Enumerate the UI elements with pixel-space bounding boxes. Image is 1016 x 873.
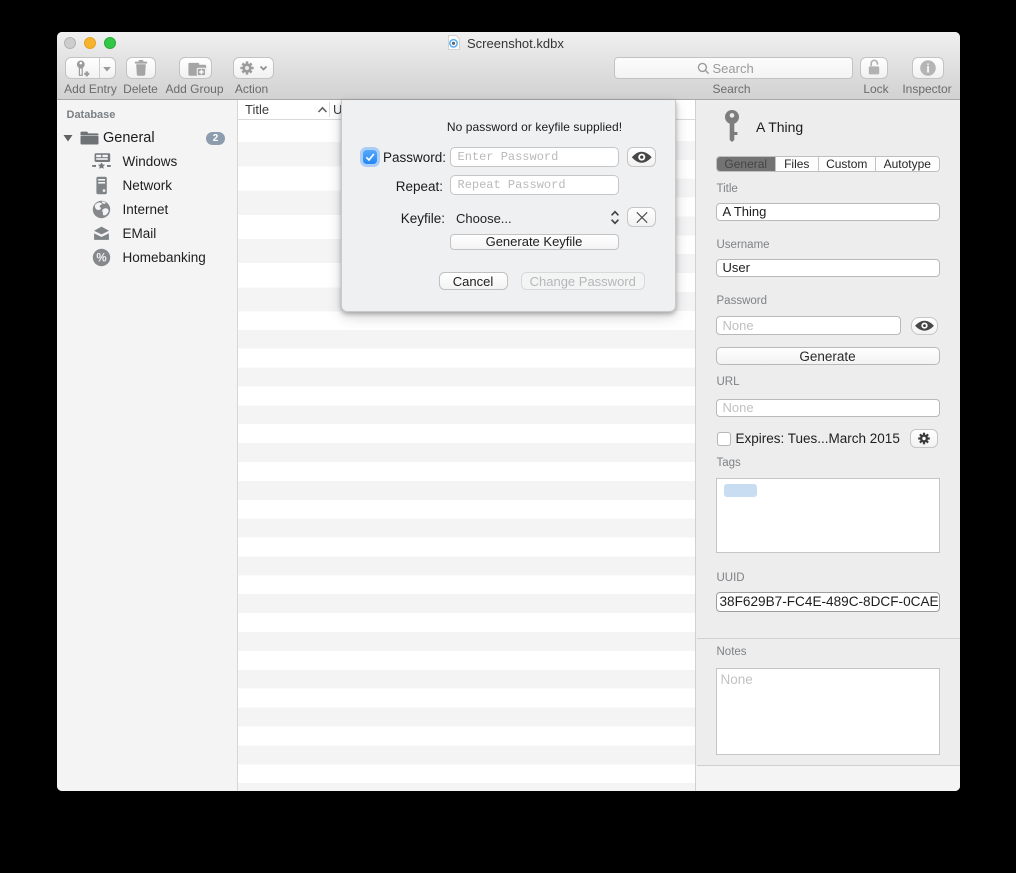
svg-text:i: i — [926, 61, 929, 75]
svg-text:%: % — [96, 253, 106, 265]
